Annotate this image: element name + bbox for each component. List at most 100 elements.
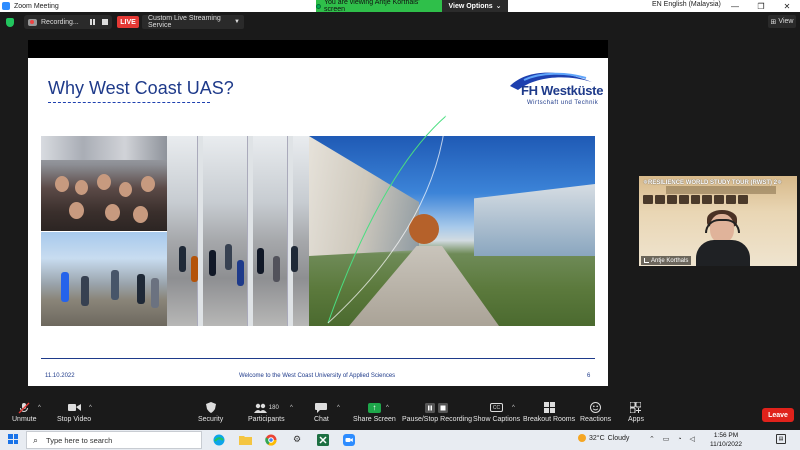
partly-cloudy-icon [578, 434, 586, 442]
live-stream-dropdown[interactable]: Custom Live Streaming Service ▼ [142, 15, 244, 29]
presentation-slide: Why West Coast UAS? FH Westküste Wirtsch… [28, 58, 608, 386]
chat-label: Chat [314, 416, 329, 423]
chat-bubble-icon [314, 402, 328, 413]
participants-icon: 180 [249, 402, 283, 413]
virtual-background-banner: ✵RESILIENCE WORLD STUDY TOUR (RWST) 2✵ [643, 180, 783, 186]
pause-recording-icon[interactable] [90, 19, 95, 25]
mudflat-walk-photo [41, 232, 167, 326]
unmute-button[interactable]: Unmute [12, 402, 37, 423]
leave-button[interactable]: Leave [762, 408, 794, 422]
stop-recording-icon[interactable] [102, 19, 108, 25]
stream-service-label: Custom Live Streaming Service [148, 15, 221, 29]
show-captions-label: Show Captions [473, 416, 521, 423]
minimize-button[interactable]: — [722, 0, 748, 12]
slide-title: Why West Coast UAS? [48, 78, 234, 98]
reactions-label: Reactions [580, 416, 612, 423]
maximize-button[interactable]: ❐ [748, 0, 774, 12]
reactions-button[interactable]: Reactions [580, 402, 611, 423]
participants-button[interactable]: 180 Participants [248, 402, 285, 423]
search-icon: ⌕ [33, 434, 39, 445]
breakout-rooms-button[interactable]: Breakout Rooms [523, 402, 575, 423]
participants-label: Participants [248, 416, 285, 423]
view-options-label: View Options [448, 2, 493, 10]
breakout-rooms-icon [542, 402, 556, 413]
participant-body [696, 240, 750, 266]
file-explorer-icon[interactable] [238, 433, 252, 446]
view-button[interactable]: ⊞ View [768, 15, 796, 28]
participant-name: Antje Korthals [651, 257, 689, 264]
share-screen-icon: ↑ [367, 402, 381, 413]
cloud-recording-icon [28, 18, 37, 26]
encryption-shield-icon[interactable] [6, 18, 14, 27]
participants-options-caret-icon[interactable]: ^ [290, 405, 293, 411]
taskbar-search-box[interactable]: ⌕ Type here to search [26, 431, 202, 449]
closed-captions-icon: CC [490, 402, 504, 413]
security-label: Security [198, 416, 224, 423]
caret-down-icon: ▼ [234, 19, 240, 25]
settings-gear-icon[interactable]: ⚙ [290, 433, 304, 446]
stop-video-button[interactable]: Stop Video [57, 402, 91, 423]
video-options-caret-icon[interactable]: ^ [89, 405, 92, 411]
language-indicator[interactable]: EN English (Malaysia) [652, 1, 721, 8]
campus-exterior-photo [309, 136, 595, 326]
weather-description: Cloudy [607, 434, 630, 442]
live-badge[interactable]: LIVE [117, 16, 139, 28]
participant-name-tag: Antje Korthals [641, 256, 692, 265]
unmute-label: Unmute [12, 416, 37, 423]
title-divider [48, 102, 210, 103]
security-shield-icon [204, 402, 218, 413]
share-screen-button[interactable]: ↑ Share Screen [353, 402, 396, 423]
weather-widget[interactable]: 32°C Cloudy [578, 434, 629, 442]
chat-button[interactable]: Chat [314, 402, 329, 423]
breakout-rooms-label: Breakout Rooms [523, 416, 576, 423]
taskbar-clock[interactable]: 1:56 PM 11/10/2022 [710, 431, 742, 449]
screen-share-banner: You are viewing Antje Korthals' screen V… [316, 0, 508, 13]
students-on-train-photo [41, 136, 167, 231]
zoom-app-icon [2, 2, 10, 10]
excel-icon[interactable] [316, 433, 330, 446]
zoom-window: Zoom Meeting You are viewing Antje Korth… [0, 0, 800, 450]
video-camera-icon [67, 402, 81, 413]
participants-count: 180 [268, 404, 279, 411]
campus-hall-photo [167, 136, 309, 326]
close-button[interactable]: ✕ [774, 0, 800, 12]
smiley-face-icon [589, 402, 603, 413]
muted-microphone-icon [17, 402, 31, 413]
footer-divider [41, 358, 595, 359]
banner-subtitle-strip [666, 186, 776, 194]
clock-date: 11/10/2022 [710, 441, 743, 448]
pause-recording-label: Pause/Stop Recording [402, 416, 473, 423]
apps-icon [629, 402, 643, 413]
participant-video-tile[interactable]: ✵RESILIENCE WORLD STUDY TOUR (RWST) 2✵ A… [639, 176, 797, 266]
security-button[interactable]: Security [198, 402, 223, 423]
slide-page-number: 6 [587, 373, 591, 379]
zoom-taskbar-icon[interactable] [342, 433, 356, 446]
chevron-down-icon: ⌄ [495, 3, 502, 10]
window-title: Zoom Meeting [14, 2, 59, 10]
audio-options-caret-icon[interactable]: ^ [38, 405, 41, 411]
windows-start-icon[interactable] [8, 434, 18, 444]
view-options-button[interactable]: View Options ⌄ [442, 0, 508, 12]
slide-footer-date: 11.10.2022 [45, 373, 75, 379]
edge-browser-icon[interactable] [212, 433, 226, 446]
signal-icon [644, 258, 649, 263]
window-controls: — ❐ ✕ [722, 0, 800, 12]
chat-options-caret-icon[interactable]: ^ [337, 405, 340, 411]
logo-name: FH Westküste [521, 83, 604, 98]
chrome-icon[interactable] [264, 433, 278, 446]
captions-options-caret-icon[interactable]: ^ [512, 405, 515, 411]
notification-center-icon[interactable]: ▤ [776, 434, 786, 444]
viewing-message: You are viewing Antje Korthals' screen [316, 0, 442, 13]
pause-stop-icon [425, 402, 449, 413]
sponsor-logos [643, 195, 749, 204]
system-tray-icons[interactable]: ⌃ ▭ ◔ ◁ [649, 435, 698, 443]
recording-label: Recording... [41, 18, 79, 26]
slide-footer-text: Welcome to the West Coast University of … [239, 373, 396, 379]
apps-label: Apps [628, 416, 644, 423]
search-placeholder: Type here to search [46, 435, 113, 445]
apps-button[interactable]: Apps [628, 402, 644, 423]
pause-stop-recording-button[interactable]: Pause/Stop Recording [402, 402, 472, 423]
logo-subtitle: Wirtschaft und Technik [527, 100, 599, 106]
share-options-caret-icon[interactable]: ^ [386, 405, 389, 411]
recording-indicator: Recording... [24, 15, 112, 29]
